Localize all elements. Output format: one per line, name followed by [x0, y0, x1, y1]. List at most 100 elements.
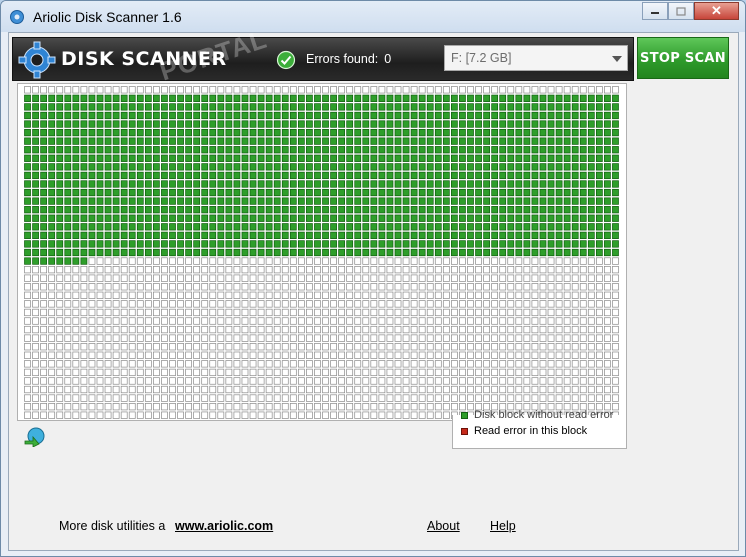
disk-block-pending: [185, 385, 192, 394]
disk-block-pending: [24, 86, 31, 94]
disk-block-pending: [459, 308, 466, 317]
drive-select-value: F: [7.2 GB]: [451, 51, 512, 65]
disk-block-pending: [297, 351, 305, 359]
disk-block-scanned: [306, 94, 313, 102]
disk-block-scanned: [451, 240, 458, 248]
disk-block-pending: [144, 257, 152, 265]
disk-block-pending: [281, 266, 289, 274]
disk-block-scanned: [306, 214, 313, 222]
disk-block-pending: [241, 343, 249, 351]
disk-block-pending: [265, 257, 273, 265]
disk-block-pending: [193, 308, 201, 317]
disk-block-scanned: [362, 103, 370, 111]
disk-block-scanned: [306, 111, 313, 120]
disk-block-scanned: [362, 163, 370, 171]
disk-block-scanned: [217, 103, 225, 111]
disk-block-pending: [257, 266, 265, 274]
disk-block-scanned: [144, 214, 152, 222]
disk-block-scanned: [507, 171, 515, 180]
disk-block-scanned: [547, 163, 555, 171]
disk-block-pending: [571, 394, 579, 402]
disk-block-scanned: [467, 103, 474, 111]
disk-block-pending: [531, 86, 539, 94]
disk-block-scanned: [249, 137, 257, 145]
disk-block-pending: [217, 274, 225, 282]
drive-select[interactable]: F: [7.2 GB]: [444, 45, 628, 71]
disk-block-pending: [273, 274, 281, 282]
disk-block-scanned: [201, 120, 209, 128]
disk-block-scanned: [40, 197, 48, 205]
disk-block-pending: [434, 86, 442, 94]
disk-block-scanned: [104, 240, 112, 248]
disk-block-pending: [169, 334, 176, 342]
chevron-down-icon[interactable]: [612, 56, 622, 62]
disk-block-scanned: [410, 128, 418, 137]
disk-block-pending: [418, 308, 426, 317]
disk-block-pending: [185, 368, 192, 377]
disk-block-scanned: [362, 171, 370, 180]
refresh-icon[interactable]: [23, 425, 47, 447]
disk-block-scanned: [426, 103, 434, 111]
disk-block-pending: [467, 351, 474, 359]
disk-block-scanned: [523, 206, 531, 214]
disk-block-pending: [612, 368, 619, 377]
disk-block-scanned: [96, 240, 104, 248]
disk-block-scanned: [24, 128, 31, 137]
disk-block-pending: [128, 411, 136, 419]
disk-block-scanned: [153, 111, 160, 120]
disk-block-pending: [595, 385, 603, 394]
disk-block-pending: [265, 266, 273, 274]
disk-block-pending: [24, 343, 31, 351]
disk-block-pending: [579, 377, 587, 385]
disk-block-pending: [451, 385, 458, 394]
disk-block-scanned: [322, 248, 329, 257]
title-bar[interactable]: Ariolic Disk Scanner 1.6 ✕: [1, 1, 745, 32]
disk-block-pending: [112, 300, 120, 308]
disk-block-pending: [459, 368, 466, 377]
disk-block-scanned: [475, 94, 482, 102]
disk-block-scanned: [104, 180, 112, 188]
disk-block-scanned: [426, 231, 434, 239]
disk-block-pending: [297, 86, 305, 94]
maximize-button[interactable]: [668, 2, 694, 20]
disk-block-scanned: [571, 94, 579, 102]
disk-block-scanned: [128, 180, 136, 188]
disk-block-scanned: [297, 94, 305, 102]
disk-block-pending: [161, 334, 168, 342]
disk-block-scanned: [249, 223, 257, 231]
disk-block-pending: [64, 343, 72, 351]
disk-block-pending: [459, 351, 466, 359]
disk-block-scanned: [571, 128, 579, 137]
disk-block-pending: [491, 300, 499, 308]
help-link[interactable]: Help: [490, 519, 516, 533]
minimize-button[interactable]: [642, 2, 668, 20]
disk-block-pending: [410, 368, 418, 377]
disk-block-pending: [515, 334, 523, 342]
close-button[interactable]: ✕: [694, 2, 739, 20]
disk-block-pending: [354, 325, 362, 334]
disk-block-scanned: [289, 120, 297, 128]
disk-block-pending: [265, 394, 273, 402]
disk-block-scanned: [193, 214, 201, 222]
website-link[interactable]: www.ariolic.com: [175, 519, 273, 533]
disk-block-scanned: [273, 223, 281, 231]
disk-block-pending: [104, 377, 112, 385]
stop-scan-button[interactable]: STOP SCAN: [637, 37, 729, 79]
disk-block-pending: [523, 368, 531, 377]
disk-block-scanned: [56, 180, 64, 188]
disk-block-pending: [185, 325, 192, 334]
disk-block-scanned: [265, 248, 273, 257]
disk-block-scanned: [434, 163, 442, 171]
disk-block-scanned: [233, 223, 241, 231]
disk-block-pending: [306, 291, 313, 299]
disk-block-scanned: [467, 154, 474, 162]
about-link[interactable]: About: [427, 519, 460, 533]
disk-block-pending: [24, 368, 31, 377]
disk-block-scanned: [136, 120, 144, 128]
disk-block-scanned: [144, 206, 152, 214]
disk-block-pending: [612, 385, 619, 394]
disk-block-pending: [177, 257, 184, 265]
disk-block-pending: [289, 266, 297, 274]
disk-block-scanned: [249, 240, 257, 248]
disk-block-pending: [378, 411, 386, 419]
